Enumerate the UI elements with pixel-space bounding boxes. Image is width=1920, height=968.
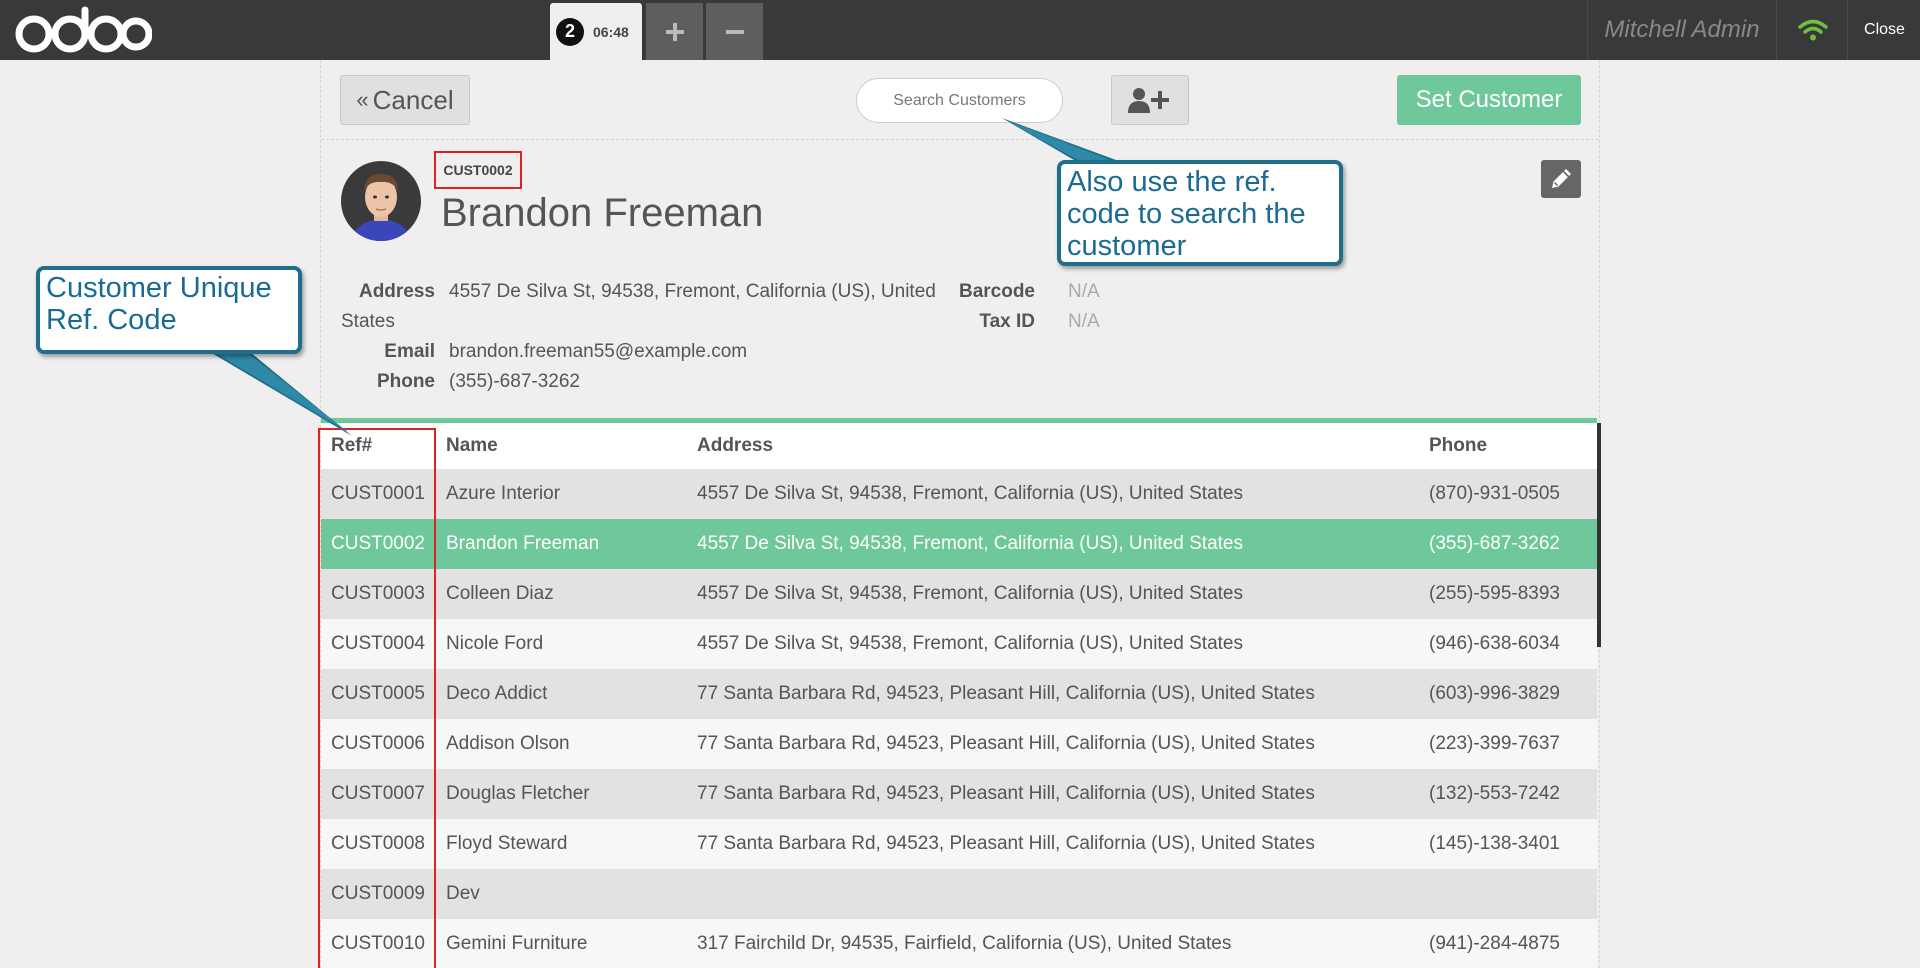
cell-address: 4557 De Silva St, 94538, Fremont, Califo… xyxy=(687,569,1419,619)
cell-phone: (355)-687-3262 xyxy=(1419,519,1597,569)
user-plus-icon xyxy=(1128,88,1169,113)
ref-code-callout: Customer Unique Ref. Code xyxy=(36,266,302,354)
edit-customer-button[interactable] xyxy=(1541,160,1581,198)
cell-phone: (223)-399-7637 xyxy=(1419,719,1597,769)
barcode-value: N/A xyxy=(1068,281,1100,302)
cancel-button[interactable]: « Cancel xyxy=(340,75,470,125)
cell-name: Brandon Freeman xyxy=(436,519,687,569)
wifi-status[interactable] xyxy=(1778,0,1848,60)
order-time: 06:48 xyxy=(593,23,629,40)
cell-name: Nicole Ford xyxy=(436,619,687,669)
header-address: Address xyxy=(687,423,1419,469)
table-row[interactable]: CUST0001 Azure Interior 4557 De Silva St… xyxy=(321,469,1597,519)
table-row[interactable]: CUST0009 Dev xyxy=(321,869,1597,919)
wifi-icon xyxy=(1797,19,1828,41)
order-tab[interactable]: 2 06:48 xyxy=(550,3,642,60)
remove-order-button[interactable] xyxy=(706,3,763,60)
cell-address: 77 Santa Barbara Rd, 94523, Pleasant Hil… xyxy=(687,719,1419,769)
address-value-cont: States xyxy=(341,311,395,332)
top-bar: 2 06:48 Mitchell Admin Close xyxy=(0,0,1920,60)
table-row[interactable]: CUST0010 Gemini Furniture 317 Fairchild … xyxy=(321,919,1597,968)
search-callout: Also use the ref. code to search the cus… xyxy=(1057,160,1343,266)
cell-address: 77 Santa Barbara Rd, 94523, Pleasant Hil… xyxy=(687,769,1419,819)
table-row[interactable]: CUST0006 Addison Olson 77 Santa Barbara … xyxy=(321,719,1597,769)
screen-header: « Cancel Set Customer xyxy=(321,60,1599,140)
cell-phone xyxy=(1419,869,1597,919)
cell-phone: (255)-595-8393 xyxy=(1419,569,1597,619)
cell-name: Dev xyxy=(436,869,687,919)
table-header-row: Ref# Name Address Phone xyxy=(321,423,1597,469)
address-value: 4557 De Silva St, 94538, Fremont, Califo… xyxy=(449,281,936,302)
table-row-selected[interactable]: CUST0002 Brandon Freeman 4557 De Silva S… xyxy=(321,519,1597,569)
customer-details: CUST0002 Brandon Freeman Address 4557 De… xyxy=(321,141,1599,418)
cell-name: Colleen Diaz xyxy=(436,569,687,619)
customer-table: Ref# Name Address Phone CUST0001 Azure I… xyxy=(321,423,1597,968)
close-button[interactable]: Close xyxy=(1849,0,1920,60)
odoo-logo xyxy=(15,6,152,53)
add-order-button[interactable] xyxy=(646,3,703,60)
cell-address: 4557 De Silva St, 94538, Fremont, Califo… xyxy=(687,469,1419,519)
table-row[interactable]: CUST0007 Douglas Fletcher 77 Santa Barba… xyxy=(321,769,1597,819)
cell-address: 4557 De Silva St, 94538, Fremont, Califo… xyxy=(687,619,1419,669)
search-customers-input[interactable] xyxy=(856,78,1063,123)
cell-address: 4557 De Silva St, 94538, Fremont, Califo… xyxy=(687,519,1419,569)
double-chevron-left-icon: « xyxy=(356,87,369,112)
client-list-screen: « Cancel Set Customer CUST0002 Brandon xyxy=(320,60,1601,968)
email-label: Email xyxy=(384,341,435,362)
phone-value: (355)-687-3262 xyxy=(449,371,580,392)
cell-address: 317 Fairchild Dr, 94535, Fairfield, Cali… xyxy=(687,919,1419,968)
cell-address xyxy=(687,869,1419,919)
cell-name: Floyd Steward xyxy=(436,819,687,869)
customer-list: Ref# Name Address Phone CUST0001 Azure I… xyxy=(321,418,1597,968)
cell-phone: (946)-638-6034 xyxy=(1419,619,1597,669)
cancel-label: Cancel xyxy=(372,84,454,115)
table-row[interactable]: CUST0008 Floyd Steward 77 Santa Barbara … xyxy=(321,819,1597,869)
cell-name: Douglas Fletcher xyxy=(436,769,687,819)
phone-label: Phone xyxy=(376,371,435,392)
minus-icon xyxy=(725,29,744,34)
plus-icon xyxy=(665,22,684,41)
table-row[interactable]: CUST0005 Deco Addict 77 Santa Barbara Rd… xyxy=(321,669,1597,719)
taxid-value: N/A xyxy=(1068,311,1100,332)
cell-name: Addison Olson xyxy=(436,719,687,769)
cell-name: Gemini Furniture xyxy=(436,919,687,968)
customer-avatar xyxy=(341,161,421,241)
cell-phone: (941)-284-4875 xyxy=(1419,919,1597,968)
order-number-badge: 2 xyxy=(556,17,584,46)
set-customer-button[interactable]: Set Customer xyxy=(1397,75,1581,125)
email-value: brandon.freeman55@example.com xyxy=(449,341,748,362)
barcode-label: Barcode xyxy=(958,281,1035,302)
header-name: Name xyxy=(436,423,687,469)
pencil-icon xyxy=(1552,169,1571,188)
cell-phone: (132)-553-7242 xyxy=(1419,769,1597,819)
cell-phone: (145)-138-3401 xyxy=(1419,819,1597,869)
table-row[interactable]: CUST0003 Colleen Diaz 4557 De Silva St, … xyxy=(321,569,1597,619)
cell-name: Azure Interior xyxy=(436,469,687,519)
customer-name: Brandon Freeman xyxy=(441,191,764,235)
cell-address: 77 Santa Barbara Rd, 94523, Pleasant Hil… xyxy=(687,669,1419,719)
customer-ref-badge: CUST0002 xyxy=(434,151,522,189)
cell-name: Deco Addict xyxy=(436,669,687,719)
header-phone: Phone xyxy=(1419,423,1597,469)
cell-phone: (870)-931-0505 xyxy=(1419,469,1597,519)
list-scrollbar[interactable] xyxy=(1597,423,1601,647)
ref-column-highlight xyxy=(318,428,436,968)
new-customer-button[interactable] xyxy=(1111,75,1189,125)
cell-phone: (603)-996-3829 xyxy=(1419,669,1597,719)
cell-address: 77 Santa Barbara Rd, 94523, Pleasant Hil… xyxy=(687,819,1419,869)
user-name[interactable]: Mitchell Admin xyxy=(1587,0,1777,60)
table-row[interactable]: CUST0004 Nicole Ford 4557 De Silva St, 9… xyxy=(321,619,1597,669)
address-label: Address xyxy=(358,281,435,302)
taxid-label: Tax ID xyxy=(979,311,1035,332)
